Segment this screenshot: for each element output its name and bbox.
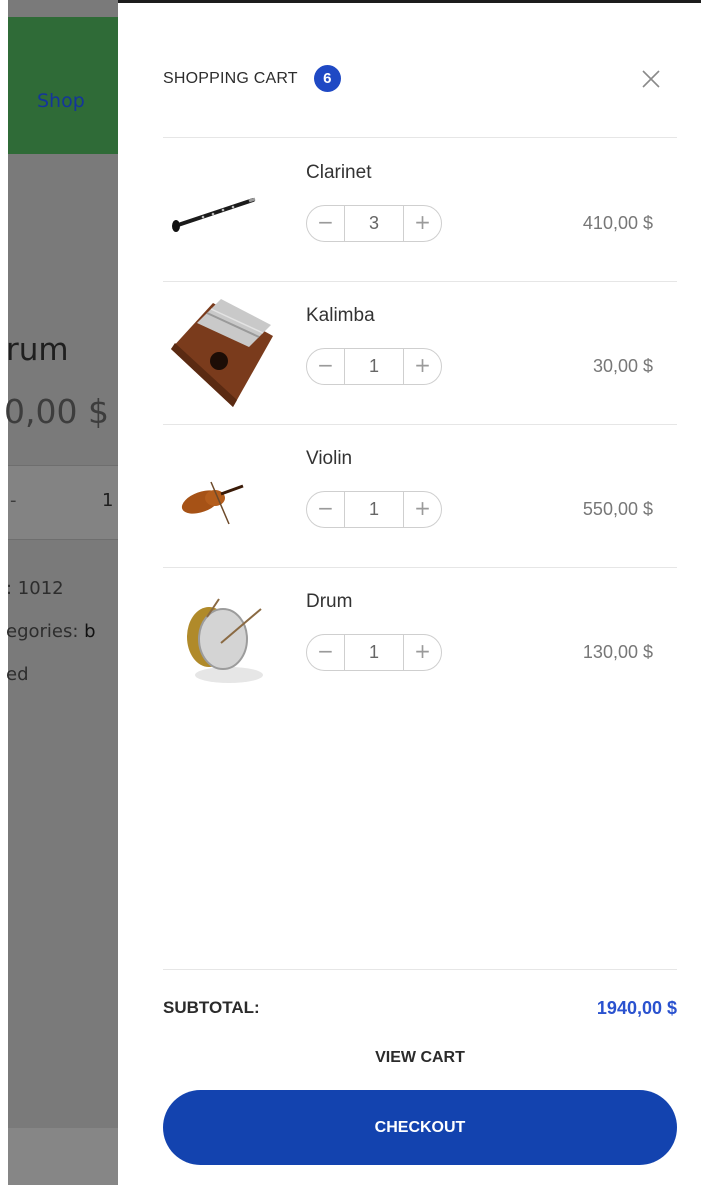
decrease-quantity-button[interactable]: − — [307, 635, 344, 670]
product-sku: : 1012 — [6, 578, 64, 599]
background-footer-band — [8, 1128, 118, 1185]
cart-item-name[interactable]: Violin — [306, 448, 352, 470]
decrease-quantity-button[interactable]: − — [307, 206, 344, 241]
cart-item: Kalimba − 1 + 30,00 $ — [163, 281, 677, 424]
cart-item-price: 30,00 $ — [592, 356, 653, 376]
product-tags: ed — [6, 664, 29, 685]
cart-header: SHOPPING CART 6 — [163, 65, 341, 92]
quantity-stepper: − 1 + — [306, 348, 442, 385]
nav-link-shop[interactable]: Shop — [37, 90, 85, 112]
increase-quantity-button[interactable]: + — [404, 349, 441, 384]
quantity-input[interactable]: 1 — [344, 635, 404, 670]
background-nav-bar: Shop — [8, 17, 118, 154]
cart-item: Violin − 1 + 550,00 $ — [163, 424, 677, 567]
product-qty-minus[interactable]: - — [10, 490, 17, 511]
increase-quantity-button[interactable]: + — [404, 492, 441, 527]
kalimba-image[interactable] — [163, 281, 283, 424]
product-price: 0,00 $ — [4, 392, 109, 431]
decrease-quantity-button[interactable]: − — [307, 492, 344, 527]
view-cart-link[interactable]: VIEW CART — [163, 1049, 677, 1067]
product-title: rum — [6, 332, 69, 368]
product-categories: egories: b — [6, 621, 96, 642]
cart-item-name[interactable]: Kalimba — [306, 305, 375, 327]
cart-item: Clarinet − 3 + 410,00 $ — [163, 138, 677, 281]
cart-item-price: 410,00 $ — [582, 213, 653, 233]
drum-image[interactable] — [163, 567, 283, 710]
footer-divider — [163, 969, 677, 970]
quantity-stepper: − 3 + — [306, 205, 442, 242]
cart-title: SHOPPING CART — [163, 69, 298, 87]
shopping-cart-drawer: SHOPPING CART 6 Clarinet − 3 + 410,00 $ … — [118, 17, 701, 1185]
quantity-input[interactable]: 1 — [344, 349, 404, 384]
subtotal-value: 1940,00 $ — [596, 998, 677, 1018]
quantity-stepper: − 1 + — [306, 634, 442, 671]
product-quantity-row: - 1 — [8, 465, 118, 540]
clarinet-image[interactable] — [163, 138, 283, 281]
close-icon — [642, 70, 660, 88]
categories-link[interactable]: b — [84, 621, 95, 642]
product-qty-value[interactable]: 1 — [102, 490, 113, 511]
categories-label: egories: — [6, 621, 85, 642]
increase-quantity-button[interactable]: + — [404, 635, 441, 670]
quantity-stepper: − 1 + — [306, 491, 442, 528]
background-page-overlay[interactable]: Shop rum 0,00 $ - 1 : 1012 egories: b ed — [0, 0, 118, 1185]
checkout-button[interactable]: CHECKOUT — [163, 1090, 677, 1165]
cart-count-badge: 6 — [313, 65, 341, 92]
cart-item-name[interactable]: Clarinet — [306, 162, 371, 184]
cart-item: Drum − 1 + 130,00 $ — [163, 567, 677, 710]
cart-item-price: 550,00 $ — [582, 499, 653, 519]
violin-image[interactable] — [163, 424, 283, 567]
decrease-quantity-button[interactable]: − — [307, 349, 344, 384]
close-cart-button[interactable] — [637, 65, 665, 93]
cart-item-price: 130,00 $ — [582, 642, 653, 662]
increase-quantity-button[interactable]: + — [404, 206, 441, 241]
subtotal-label: SUBTOTAL: — [163, 998, 260, 1017]
quantity-input[interactable]: 1 — [344, 492, 404, 527]
quantity-input[interactable]: 3 — [344, 206, 404, 241]
cart-item-name[interactable]: Drum — [306, 591, 352, 613]
